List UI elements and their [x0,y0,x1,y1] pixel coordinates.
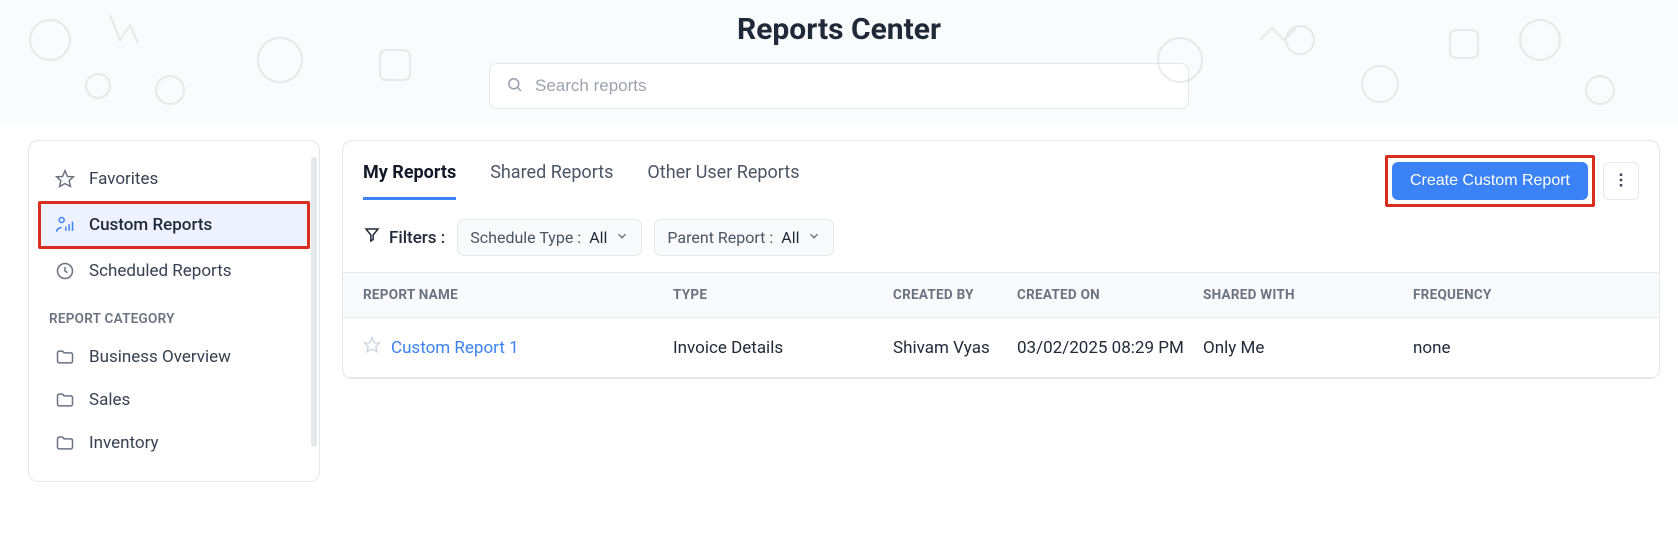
chevron-down-icon [615,228,629,247]
filter-schedule-type[interactable]: Schedule Type : All [457,219,642,256]
clock-icon [55,261,75,281]
col-created-on[interactable]: CREATED ON [1017,287,1203,303]
page-title: Reports Center [737,12,941,47]
sidebar-item-favorites[interactable]: Favorites [41,158,307,200]
sidebar-item-inventory[interactable]: Inventory [41,422,307,464]
tabs-row: My Reports Shared Reports Other User Rep… [343,141,1659,207]
folder-icon [55,390,75,410]
tab-my-reports[interactable]: My Reports [363,162,456,200]
search-field[interactable] [489,63,1189,109]
star-icon [55,169,75,189]
main-panel: My Reports Shared Reports Other User Rep… [342,140,1660,379]
user-chart-icon [55,215,75,235]
more-actions-button[interactable] [1603,162,1639,200]
sidebar-item-sales[interactable]: Sales [41,379,307,421]
filter-value: All [589,228,607,247]
filter-icon [363,226,381,249]
tab-other-user-reports[interactable]: Other User Reports [647,162,799,200]
sidebar-item-scheduled-reports[interactable]: Scheduled Reports [41,250,307,292]
sidebar-item-label: Sales [89,390,130,410]
folder-icon [55,347,75,367]
sidebar-section-heading: REPORT CATEGORY [35,293,313,335]
tabs: My Reports Shared Reports Other User Rep… [363,162,800,200]
search-input[interactable] [535,76,1172,96]
tab-shared-reports[interactable]: Shared Reports [490,162,613,200]
sidebar-item-label: Favorites [89,169,158,189]
col-frequency[interactable]: FREQUENCY [1413,287,1639,303]
col-shared-with[interactable]: SHARED WITH [1203,287,1413,303]
filter-value: All [781,228,799,247]
more-vertical-icon [1612,171,1630,192]
sidebar-item-label: Custom Reports [89,215,212,235]
col-type[interactable]: TYPE [673,287,893,303]
cell-type: Invoice Details [673,338,893,358]
table-row: Custom Report 1 Invoice Details Shivam V… [343,318,1659,378]
col-report-name[interactable]: REPORT NAME [363,287,673,303]
cell-created-on: 03/02/2025 08:29 PM [1017,338,1203,358]
sidebar-item-business-overview[interactable]: Business Overview [41,336,307,378]
col-created-by[interactable]: CREATED BY [893,287,1017,303]
filter-label: Parent Report : [667,228,773,247]
filter-parent-report[interactable]: Parent Report : All [654,219,834,256]
report-name-link[interactable]: Custom Report 1 [391,338,519,358]
sidebar-item-label: Scheduled Reports [89,261,232,281]
folder-icon [55,433,75,453]
page-banner: Reports Center [0,0,1678,124]
filters-row: Filters : Schedule Type : All Parent Rep… [343,207,1659,273]
sidebar: Favorites Custom Reports Scheduled Repor… [28,140,320,482]
filters-label: Filters : [363,226,445,249]
sidebar-item-label: Business Overview [89,347,231,367]
create-button-highlight: Create Custom Report [1385,155,1595,207]
filter-label: Schedule Type : [470,228,581,247]
favorite-toggle[interactable] [363,336,381,359]
cell-shared-with: Only Me [1203,338,1413,358]
cell-frequency: none [1413,338,1639,358]
table-header: REPORT NAME TYPE CREATED BY CREATED ON S… [343,273,1659,318]
chevron-down-icon [807,228,821,247]
create-custom-report-button[interactable]: Create Custom Report [1392,162,1588,200]
search-icon [506,76,523,97]
cell-created-by: Shivam Vyas [893,338,1017,358]
sidebar-item-custom-reports[interactable]: Custom Reports [38,201,310,249]
sidebar-item-label: Inventory [89,433,159,453]
